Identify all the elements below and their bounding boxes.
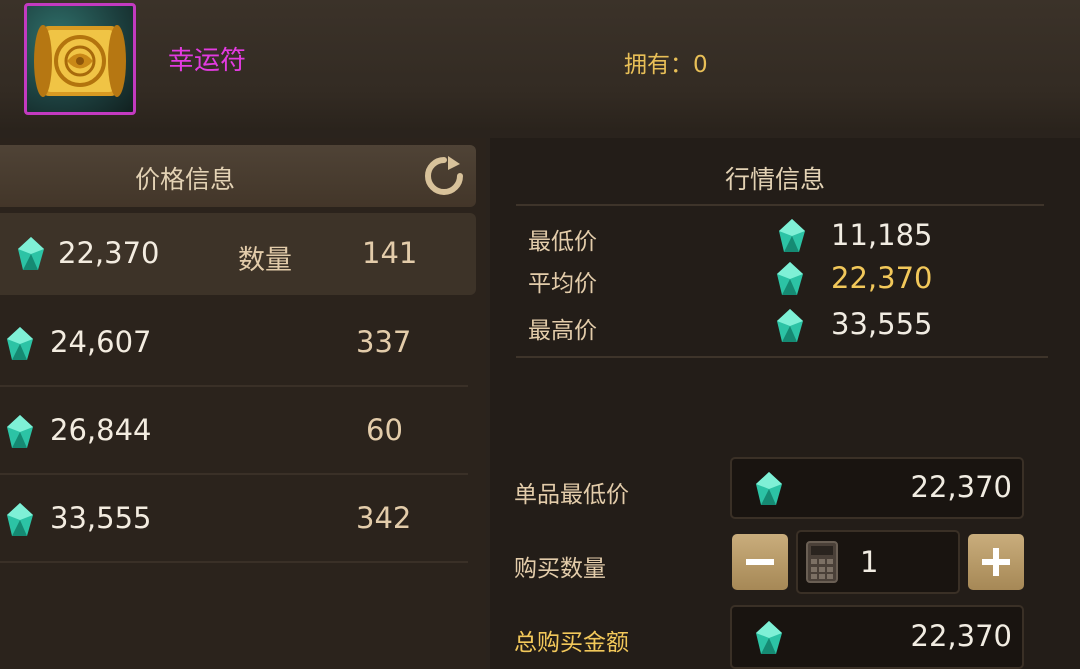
row-divider: [0, 385, 468, 387]
buy-qty-label: 购买数量: [514, 556, 606, 582]
quantity-value: 342: [356, 501, 412, 535]
decrease-qty-button[interactable]: [732, 534, 788, 590]
minus-icon: [746, 559, 774, 565]
gem-icon: [756, 472, 782, 505]
price-value: 33,555: [50, 501, 152, 535]
unit-price-label: 单品最低价: [514, 482, 629, 508]
refresh-icon: [425, 156, 463, 195]
gem-icon: [756, 621, 782, 654]
item-name: 幸运符: [168, 46, 247, 76]
gem-icon: [7, 415, 33, 448]
divider: [516, 204, 1044, 206]
owned-count: 拥有：0: [624, 52, 708, 78]
avg-price-label: 平均价: [528, 271, 597, 297]
min-price-label: 最低价: [528, 229, 597, 255]
gem-icon: [7, 503, 33, 536]
plus-icon-vertical: [993, 548, 999, 576]
refresh-button[interactable]: [422, 154, 466, 198]
quantity-value: 337: [356, 325, 412, 359]
item-header: [0, 0, 1080, 130]
gem-icon: [777, 262, 803, 295]
total-amount-value: 22,370: [910, 619, 1012, 653]
unit-price-value: 22,370: [910, 470, 1012, 504]
market-panel-title: 行情信息: [725, 165, 826, 194]
gem-icon: [7, 327, 33, 360]
price-value: 24,607: [50, 325, 152, 359]
max-price-label: 最高价: [528, 318, 597, 344]
divider: [516, 356, 1048, 358]
quantity-label: 数量: [238, 245, 292, 276]
max-price-value: 33,555: [831, 307, 933, 341]
gem-icon: [777, 309, 803, 342]
price-value: 22,370: [58, 236, 160, 270]
avg-price-value: 22,370: [831, 261, 933, 295]
quantity-value: 1: [860, 545, 879, 579]
item-icon-frame[interactable]: [24, 3, 136, 115]
row-divider: [0, 473, 468, 475]
total-amount-label: 总购买金额: [514, 630, 629, 656]
lucky-charm-scroll-icon: [34, 25, 126, 97]
gem-icon: [779, 219, 805, 252]
price-panel-title: 价格信息: [134, 165, 235, 194]
calculator-icon[interactable]: [806, 541, 838, 583]
quantity-value: 60: [366, 413, 403, 447]
quantity-value: 141: [362, 236, 418, 270]
row-divider: [0, 561, 468, 563]
increase-qty-button[interactable]: [968, 534, 1024, 590]
gem-icon: [18, 237, 44, 270]
price-value: 26,844: [50, 413, 152, 447]
min-price-value: 11,185: [831, 218, 933, 252]
